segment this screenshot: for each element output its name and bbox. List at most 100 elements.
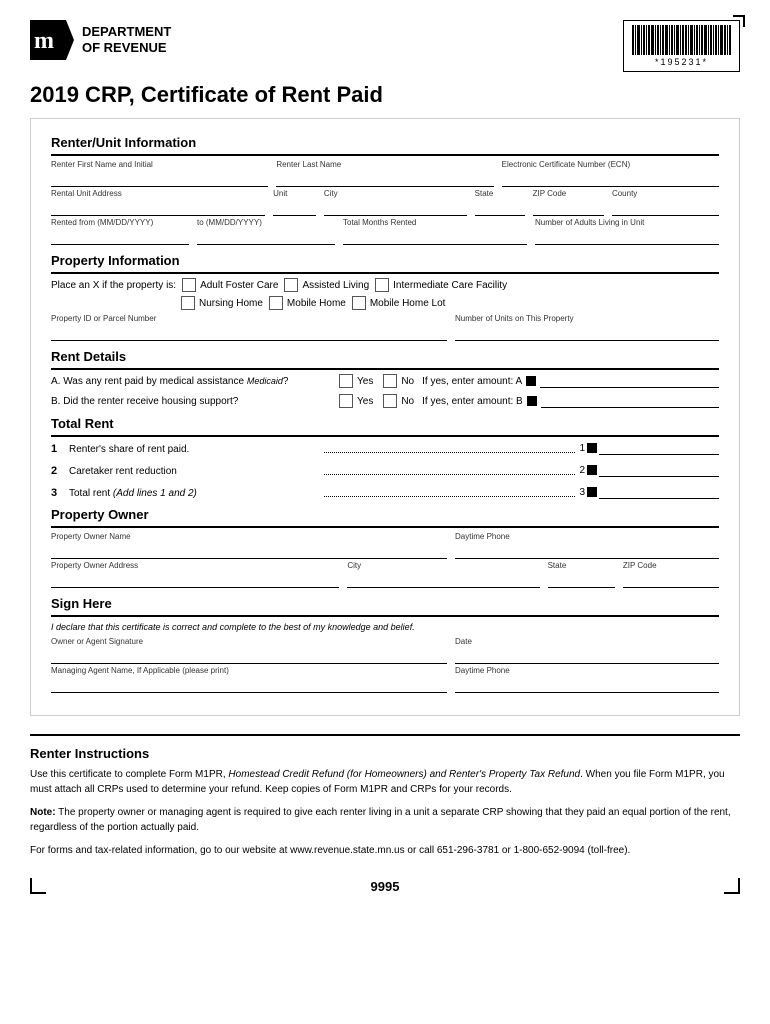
- property-id-input[interactable]: [51, 323, 447, 341]
- row-b-amount-label: If yes, enter amount: B: [422, 396, 523, 407]
- owner-city-input[interactable]: [347, 570, 539, 588]
- county-input[interactable]: [612, 198, 719, 216]
- checkbox-intermediate-care[interactable]: Intermediate Care Facility: [375, 278, 507, 292]
- renter-section-title: Renter/Unit Information: [51, 135, 719, 150]
- county-field: County: [612, 189, 719, 216]
- owner-phone-input[interactable]: [455, 541, 719, 559]
- row-3-amount-input[interactable]: [599, 485, 719, 499]
- checkbox-assisted-living[interactable]: Assisted Living: [284, 278, 369, 292]
- rental-address-input[interactable]: [51, 198, 265, 216]
- property-id-row: Property ID or Parcel Number Number of U…: [51, 314, 719, 341]
- row-2-num-label: 2: [579, 465, 585, 476]
- owner-name-input[interactable]: [51, 541, 447, 559]
- row-b-yes-checkbox[interactable]: [339, 394, 353, 408]
- owner-state-input[interactable]: [548, 570, 615, 588]
- checkbox-nursing-home[interactable]: Nursing Home: [181, 296, 263, 310]
- managing-agent-input[interactable]: [51, 675, 447, 693]
- city-field: City: [324, 189, 467, 216]
- zip-input[interactable]: [533, 198, 604, 216]
- row-b-no-checkbox[interactable]: [383, 394, 397, 408]
- ecn-input[interactable]: [502, 169, 719, 187]
- adults-field: Number of Adults Living in Unit: [535, 218, 719, 245]
- last-name-label: Renter Last Name: [276, 160, 493, 169]
- owner-name-field: Property Owner Name: [51, 532, 447, 559]
- row-2-amount-input[interactable]: [599, 463, 719, 477]
- corner-mark: [733, 15, 745, 27]
- owner-zip-input[interactable]: [623, 570, 719, 588]
- owner-address-input[interactable]: [51, 570, 339, 588]
- rented-to-input[interactable]: [197, 227, 335, 245]
- checkbox-adult-foster-care[interactable]: Adult Foster Care: [182, 278, 278, 292]
- declaration-text: I declare that this certificate is corre…: [51, 622, 415, 632]
- checkbox-assisted-living-box[interactable]: [284, 278, 298, 292]
- last-name-input[interactable]: [276, 169, 493, 187]
- row-1-amount-input[interactable]: [599, 441, 719, 455]
- first-name-input[interactable]: [51, 169, 268, 187]
- renter-unit-section: Renter/Unit Information Renter First Nam…: [51, 135, 719, 245]
- signature-input[interactable]: [51, 646, 447, 664]
- row-b-label: B. Did the renter receive housing suppor…: [51, 396, 331, 407]
- state-input[interactable]: [475, 198, 525, 216]
- checkbox-mobile-home-lot[interactable]: Mobile Home Lot: [352, 296, 446, 310]
- name-ecn-row: Renter First Name and Initial Renter Las…: [51, 160, 719, 187]
- signature-field: Owner or Agent Signature: [51, 637, 447, 664]
- checkbox-intermediate-care-box[interactable]: [375, 278, 389, 292]
- yes-label-a: Yes: [357, 376, 373, 387]
- mn-logo-icon: m: [30, 20, 74, 60]
- row-2-dots: [324, 474, 575, 475]
- barcode-bars: [632, 25, 731, 55]
- city-label: City: [324, 189, 467, 198]
- first-name-field: Renter First Name and Initial: [51, 160, 268, 187]
- logo-text: DEPARTMENT OF REVENUE: [82, 24, 171, 55]
- property-id-label: Property ID or Parcel Number: [51, 314, 447, 323]
- rented-from-input[interactable]: [51, 227, 189, 245]
- checkbox-intermediate-care-label: Intermediate Care Facility: [393, 280, 507, 291]
- row-1-label: Renter's share of rent paid.: [69, 444, 320, 455]
- date-input[interactable]: [455, 646, 719, 664]
- unit-input[interactable]: [273, 198, 316, 216]
- renter-divider: [51, 154, 719, 156]
- total-rent-row-3: 3 Total rent (Add lines 1 and 2) 3: [51, 485, 719, 499]
- row-a-amount-label: If yes, enter amount: A: [422, 376, 522, 387]
- total-rent-row-2: 2 Caretaker rent reduction 2: [51, 463, 719, 477]
- total-months-input[interactable]: [343, 227, 527, 245]
- row-a-yes-checkbox[interactable]: [339, 374, 353, 388]
- total-months-field: Total Months Rented: [343, 218, 527, 245]
- city-input[interactable]: [324, 198, 467, 216]
- zip-label: ZIP Code: [533, 189, 604, 198]
- checkbox-adult-foster-care-box[interactable]: [182, 278, 196, 292]
- row-a-amount: If yes, enter amount: A: [422, 374, 719, 388]
- num-units-input[interactable]: [455, 323, 719, 341]
- row-2-num-box: 2: [579, 463, 719, 477]
- signature-label: Owner or Agent Signature: [51, 637, 447, 646]
- owner-address-label: Property Owner Address: [51, 561, 339, 570]
- row-a-amount-input[interactable]: [540, 374, 719, 388]
- row-1-square: [587, 443, 597, 453]
- no-label-b: No: [401, 396, 414, 407]
- rent-detail-row-b: B. Did the renter receive housing suppor…: [51, 394, 719, 408]
- managing-phone-field: Daytime Phone: [455, 666, 719, 693]
- managing-phone-input[interactable]: [455, 675, 719, 693]
- row-3-num-label: 3: [579, 487, 585, 498]
- owner-name-row: Property Owner Name Daytime Phone: [51, 532, 719, 559]
- checkbox-mobile-home[interactable]: Mobile Home: [269, 296, 346, 310]
- checkbox-mobile-home-lot-box[interactable]: [352, 296, 366, 310]
- adults-input[interactable]: [535, 227, 719, 245]
- checkbox-mobile-home-box[interactable]: [269, 296, 283, 310]
- owner-state-field: State: [548, 561, 615, 588]
- sign-here-title: Sign Here: [51, 596, 719, 611]
- rented-from-label: Rented from (MM/DD/YYYY): [51, 218, 189, 227]
- row-b-amount-input[interactable]: [541, 394, 719, 408]
- owner-address-row: Property Owner Address City State ZIP Co…: [51, 561, 719, 588]
- checkbox-adult-foster-care-label: Adult Foster Care: [200, 280, 278, 291]
- adults-label: Number of Adults Living in Unit: [535, 218, 719, 227]
- page-header: m DEPARTMENT OF REVENUE *195231*: [30, 20, 740, 72]
- checkbox-assisted-living-label: Assisted Living: [302, 280, 369, 291]
- date-label: Date: [455, 637, 719, 646]
- checkbox-mobile-home-label: Mobile Home: [287, 298, 346, 309]
- signature-row: Owner or Agent Signature Date: [51, 637, 719, 664]
- total-rent-row-1: 1 Renter's share of rent paid. 1: [51, 441, 719, 455]
- row-a-no-checkbox[interactable]: [383, 374, 397, 388]
- managing-phone-label: Daytime Phone: [455, 666, 719, 675]
- checkbox-nursing-home-box[interactable]: [181, 296, 195, 310]
